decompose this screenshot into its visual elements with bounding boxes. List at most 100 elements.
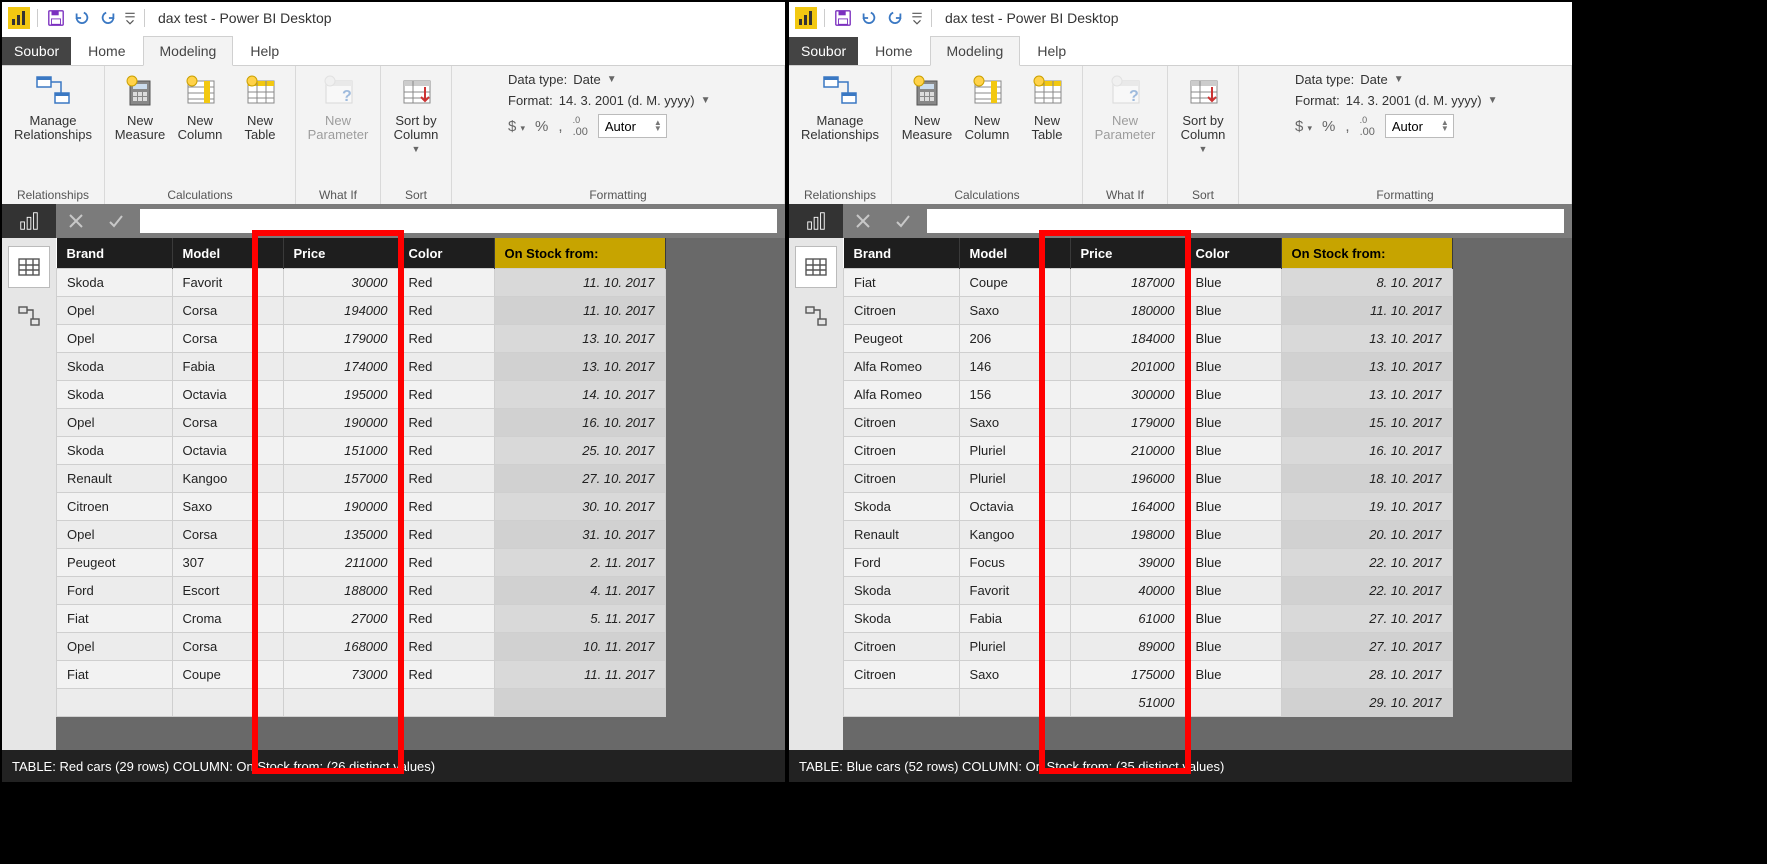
cell-price[interactable]: 187000 [1070, 269, 1185, 297]
new-measure-button[interactable]: New Measure [898, 70, 956, 144]
table-row[interactable]: Skoda Octavia 151000 Red 25. 10. 2017 [57, 437, 666, 465]
data-grid[interactable]: Brand Model Price Color On Stock from: S… [56, 238, 785, 750]
table-row[interactable]: 51000 29. 10. 2017 [844, 689, 1453, 717]
cell-color[interactable]: Red [398, 381, 494, 409]
sort-by-column-button[interactable]: Sort by Column▼ [387, 70, 445, 158]
cell-color[interactable]: Red [398, 493, 494, 521]
cell-color[interactable]: Blue [1185, 297, 1281, 325]
cell-date[interactable]: 4. 11. 2017 [494, 577, 665, 605]
table-row[interactable]: Skoda Fabia 174000 Red 13. 10. 2017 [57, 353, 666, 381]
rail-data-view[interactable] [8, 246, 50, 288]
stepper-arrows-icon[interactable]: ▲▼ [1441, 120, 1449, 132]
thousands-button[interactable]: , [1345, 118, 1349, 135]
cell-model[interactable]: Croma [172, 605, 283, 633]
cell-price[interactable]: 174000 [283, 353, 398, 381]
cell-color[interactable]: Red [398, 297, 494, 325]
table-row[interactable] [57, 689, 666, 717]
cell-color[interactable]: Red [398, 605, 494, 633]
formula-input[interactable] [927, 209, 1564, 233]
cell-model[interactable] [959, 689, 1070, 717]
cell-color[interactable]: Blue [1185, 353, 1281, 381]
cell-color[interactable]: Red [398, 465, 494, 493]
cell-model[interactable]: 307 [172, 549, 283, 577]
cell-brand[interactable]: Alfa Romeo [844, 353, 960, 381]
data-type-dropdown[interactable]: Data type: Date ▼ [1295, 72, 1515, 87]
cell-color[interactable]: Blue [1185, 381, 1281, 409]
cell-model[interactable]: Octavia [959, 493, 1070, 521]
cell-price[interactable]: 190000 [283, 409, 398, 437]
cell-price[interactable]: 188000 [283, 577, 398, 605]
table-row[interactable]: Citroen Saxo 180000 Blue 11. 10. 2017 [844, 297, 1453, 325]
cell-color[interactable]: Blue [1185, 521, 1281, 549]
data-grid[interactable]: Brand Model Price Color On Stock from: F… [843, 238, 1572, 750]
decimal-places-input[interactable] [603, 118, 651, 135]
cell-model[interactable]: Corsa [172, 521, 283, 549]
col-header-price[interactable]: Price [283, 238, 398, 269]
cell-date[interactable]: 19. 10. 2017 [1281, 493, 1452, 521]
cell-date[interactable]: 22. 10. 2017 [1281, 549, 1452, 577]
cell-model[interactable]: Favorit [172, 269, 283, 297]
table-row[interactable]: Citroen Pluriel 196000 Blue 18. 10. 2017 [844, 465, 1453, 493]
cell-model[interactable]: Pluriel [959, 437, 1070, 465]
cell-price[interactable]: 61000 [1070, 605, 1185, 633]
cell-brand[interactable]: Skoda [57, 353, 173, 381]
cell-date[interactable]: 11. 10. 2017 [494, 297, 665, 325]
cell-color[interactable]: Red [398, 269, 494, 297]
cell-date[interactable]: 20. 10. 2017 [1281, 521, 1452, 549]
table-row[interactable]: Fiat Coupe 187000 Blue 8. 10. 2017 [844, 269, 1453, 297]
cell-date[interactable]: 5. 11. 2017 [494, 605, 665, 633]
cell-price[interactable]: 210000 [1070, 437, 1185, 465]
formula-cancel-button[interactable] [843, 204, 883, 238]
cell-model[interactable]: Corsa [172, 325, 283, 353]
col-header-date[interactable]: On Stock from: [494, 238, 665, 269]
cell-price[interactable]: 179000 [1070, 409, 1185, 437]
cell-brand[interactable]: Opel [57, 297, 173, 325]
cell-price[interactable]: 168000 [283, 633, 398, 661]
cell-date[interactable]: 27. 10. 2017 [494, 465, 665, 493]
cell-model[interactable]: Saxo [172, 493, 283, 521]
cell-price[interactable] [283, 689, 398, 717]
manage-relationships-button[interactable]: Manage Relationships [795, 70, 885, 144]
cell-price[interactable]: 180000 [1070, 297, 1185, 325]
cell-price[interactable]: 195000 [283, 381, 398, 409]
stepper-arrows-icon[interactable]: ▲▼ [654, 120, 662, 132]
tab-help[interactable]: Help [233, 36, 296, 65]
col-header-brand[interactable]: Brand [57, 238, 173, 269]
table-row[interactable]: Opel Corsa 194000 Red 11. 10. 2017 [57, 297, 666, 325]
tab-home[interactable]: Home [71, 36, 142, 65]
table-row[interactable]: Alfa Romeo 146 201000 Blue 13. 10. 2017 [844, 353, 1453, 381]
table-row[interactable]: Citroen Saxo 175000 Blue 28. 10. 2017 [844, 661, 1453, 689]
cell-brand[interactable]: Fiat [57, 605, 173, 633]
table-row[interactable]: Peugeot 307 211000 Red 2. 11. 2017 [57, 549, 666, 577]
redo-button[interactable] [97, 7, 119, 29]
new-table-button[interactable]: New Table [231, 70, 289, 144]
new-measure-button[interactable]: New Measure [111, 70, 169, 144]
cell-model[interactable]: Fabia [172, 353, 283, 381]
cell-price[interactable]: 40000 [1070, 577, 1185, 605]
cell-price[interactable]: 190000 [283, 493, 398, 521]
table-row[interactable]: Alfa Romeo 156 300000 Blue 13. 10. 2017 [844, 381, 1453, 409]
cell-model[interactable]: 146 [959, 353, 1070, 381]
cell-model[interactable]: Corsa [172, 297, 283, 325]
rail-report-view[interactable] [2, 204, 56, 238]
cell-color[interactable]: Red [398, 325, 494, 353]
table-row[interactable]: Ford Focus 39000 Blue 22. 10. 2017 [844, 549, 1453, 577]
new-column-button[interactable]: New Column [958, 70, 1016, 144]
cell-price[interactable]: 201000 [1070, 353, 1185, 381]
table-row[interactable]: Ford Escort 188000 Red 4. 11. 2017 [57, 577, 666, 605]
cell-model[interactable]: Coupe [172, 661, 283, 689]
cell-date[interactable]: 30. 10. 2017 [494, 493, 665, 521]
cell-brand[interactable]: Opel [57, 521, 173, 549]
redo-button[interactable] [884, 7, 906, 29]
table-row[interactable]: Renault Kangoo 157000 Red 27. 10. 2017 [57, 465, 666, 493]
tab-help[interactable]: Help [1020, 36, 1083, 65]
col-header-color[interactable]: Color [398, 238, 494, 269]
cell-date[interactable]: 8. 10. 2017 [1281, 269, 1452, 297]
table-row[interactable]: Citroen Saxo 179000 Blue 15. 10. 2017 [844, 409, 1453, 437]
cell-brand[interactable] [844, 689, 960, 717]
cell-price[interactable]: 175000 [1070, 661, 1185, 689]
table-row[interactable]: Fiat Coupe 73000 Red 11. 11. 2017 [57, 661, 666, 689]
tab-file[interactable]: Soubor [2, 37, 71, 65]
cell-date[interactable]: 10. 11. 2017 [494, 633, 665, 661]
cell-color[interactable] [1185, 689, 1281, 717]
